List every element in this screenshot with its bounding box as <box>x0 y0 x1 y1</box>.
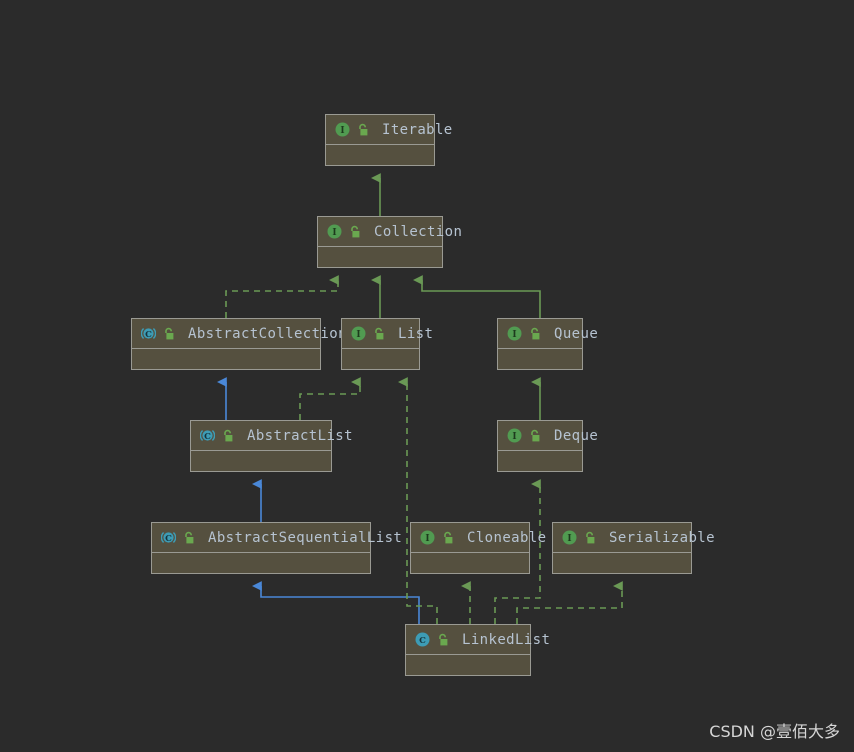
svg-text:I: I <box>332 228 336 238</box>
uml-node-header: I Deque <box>498 421 598 451</box>
abstract-class-icon: C <box>161 530 176 545</box>
uml-node-label: Deque <box>554 427 599 444</box>
interface-icon: I <box>507 326 522 341</box>
uml-node-members <box>318 247 442 267</box>
edge-linkedlist-to-serializable <box>516 581 623 624</box>
uml-node-members <box>152 553 370 573</box>
lock-public-icon <box>356 123 369 137</box>
uml-node-deque[interactable]: I Deque <box>497 420 598 472</box>
uml-node-header: I Iterable <box>326 115 452 145</box>
edge-abstractlist-to-list <box>299 377 361 420</box>
uml-node-label: Collection <box>374 223 463 240</box>
uml-node-collection[interactable]: I Collection <box>317 216 462 268</box>
uml-node-label: Queue <box>554 325 599 342</box>
lock-public-icon <box>372 327 385 341</box>
uml-node-queue[interactable]: I Queue <box>497 318 598 370</box>
uml-node-linkedlist[interactable]: C LinkedList <box>405 624 550 676</box>
svg-text:I: I <box>567 534 571 544</box>
uml-node-header: I List <box>342 319 433 349</box>
uml-node-label: LinkedList <box>462 631 551 648</box>
uml-node-cloneable[interactable]: I Cloneable <box>410 522 546 574</box>
uml-node-members <box>553 553 691 573</box>
interface-icon: I <box>507 428 522 443</box>
lock-public-icon <box>348 225 361 239</box>
uml-node-abstractlist[interactable]: C AbstractList <box>190 420 353 472</box>
interface-icon: I <box>327 224 342 239</box>
abstract-class-icon: C <box>141 326 156 341</box>
uml-node-label: Iterable <box>382 121 453 138</box>
uml-node-abstractsequentiallist[interactable]: C AbstractSequentialList <box>151 522 402 574</box>
uml-node-label: Cloneable <box>467 529 547 546</box>
edge-queue-to-collection <box>412 275 541 318</box>
watermark-text: CSDN @壹佰大多 <box>709 722 840 741</box>
uml-node-header: I Queue <box>498 319 598 349</box>
uml-node-members <box>498 451 582 471</box>
edge-linkedlist-to-list <box>397 377 438 624</box>
uml-node-members <box>498 349 582 369</box>
lock-public-icon <box>583 531 596 545</box>
uml-node-members <box>342 349 419 369</box>
uml-node-header: C LinkedList <box>406 625 550 655</box>
interface-icon: I <box>562 530 577 545</box>
lock-public-icon <box>441 531 454 545</box>
svg-text:C: C <box>165 534 172 544</box>
edge-linkedlist-to-abstractsequentiallist <box>251 581 420 624</box>
uml-node-label: AbstractCollection <box>188 325 347 342</box>
svg-text:I: I <box>512 330 516 340</box>
svg-text:C: C <box>204 432 211 442</box>
uml-diagram-canvas[interactable]: I Iterable I Collection C AbstractCollec… <box>0 0 854 752</box>
uml-node-label: AbstractSequentialList <box>208 529 403 546</box>
interface-icon: I <box>335 122 350 137</box>
uml-node-members <box>191 451 331 471</box>
svg-text:C: C <box>419 636 426 646</box>
uml-node-header: C AbstractSequentialList <box>152 523 402 553</box>
edge-abstractcollection-to-collection <box>225 275 339 318</box>
uml-node-label: AbstractList <box>247 427 353 444</box>
interface-icon: I <box>420 530 435 545</box>
svg-text:I: I <box>356 330 360 340</box>
uml-node-iterable[interactable]: I Iterable <box>325 114 452 166</box>
uml-node-header: I Cloneable <box>411 523 546 553</box>
uml-node-serializable[interactable]: I Serializable <box>552 522 715 574</box>
lock-public-icon <box>162 327 175 341</box>
lock-public-icon <box>528 327 541 341</box>
uml-node-header: I Collection <box>318 217 462 247</box>
uml-node-header: C AbstractList <box>191 421 353 451</box>
class-icon: C <box>415 632 430 647</box>
svg-text:I: I <box>512 432 516 442</box>
svg-text:I: I <box>340 126 344 136</box>
abstract-class-icon: C <box>200 428 215 443</box>
lock-public-icon <box>528 429 541 443</box>
svg-text:I: I <box>425 534 429 544</box>
svg-text:C: C <box>145 330 152 340</box>
interface-icon: I <box>351 326 366 341</box>
lock-public-icon <box>436 633 449 647</box>
uml-node-members <box>411 553 529 573</box>
uml-node-label: List <box>398 325 434 342</box>
uml-node-header: C AbstractCollection <box>132 319 347 349</box>
lock-public-icon <box>221 429 234 443</box>
uml-node-members <box>132 349 320 369</box>
uml-node-header: I Serializable <box>553 523 715 553</box>
uml-node-label: Serializable <box>609 529 715 546</box>
uml-node-members <box>326 145 434 165</box>
uml-node-abstractcollection[interactable]: C AbstractCollection <box>131 318 347 370</box>
lock-public-icon <box>182 531 195 545</box>
uml-node-members <box>406 655 530 675</box>
uml-node-list[interactable]: I List <box>341 318 433 370</box>
